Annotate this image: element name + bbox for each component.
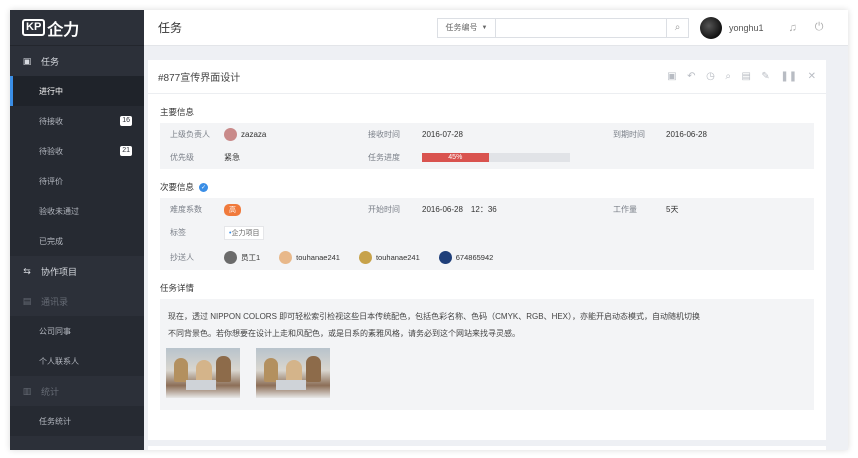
difficulty-badge: 高 [224,203,241,216]
main-info-title: 主要信息 [160,107,195,117]
caret-down-icon: ▼ [481,24,488,31]
avatar [438,250,452,264]
task-detail-card: #877宣传界面设计 ▣ ↶ ◷ ⌕ ▤ ✎ ❚❚ ✕ 主要信息 上级负责人 z… [148,60,826,440]
sidebar: KP 企力 ▣ 任务 进行中 待接收 16 待验收 21 待评价 验收未通过 已… [10,10,144,450]
cc-person[interactable]: 员工1 [224,250,260,264]
task-title: #877宣传界面设计 [158,73,241,84]
topbar: 任务 任务编号 ▼ ⌕ yonghu1 ♫ ⏻ [144,10,848,46]
count-badge: 16 [120,116,132,126]
list-icon: ▤ [22,295,32,306]
user-menu[interactable]: yonghu1 [700,16,764,39]
app-window: KP 企力 ▣ 任务 进行中 待接收 16 待验收 21 待评价 验收未通过 已… [10,10,848,450]
power-icon[interactable]: ⏻ [815,21,824,34]
progress-fill: 45% [422,153,489,162]
close-icon[interactable]: ✕ [808,71,816,82]
check-icon: ✓ [199,182,209,192]
document-icon[interactable]: ▤ [741,71,750,82]
avatar [224,128,237,141]
sidebar-group-tasks[interactable]: ▣ 任务 [10,46,144,76]
info-row: 优先级 紧急 任务进度 45% [160,146,814,169]
sidebar-item-rejected[interactable]: 验收未通过 [10,196,144,226]
sidebar-item-personal-contacts[interactable]: 个人联系人 [10,346,144,376]
username: yonghu1 [729,22,764,33]
progress-bar: 45% [422,153,570,162]
main-info-panel: 上级负责人 zazaza 接收时间 2016-07-28 到期时间 2016-0… [160,123,814,169]
swap-icon: ⇆ [23,265,31,276]
logo-text: 企力 [47,21,80,39]
search-icon[interactable]: ⌕ [666,18,688,37]
avatar [279,250,293,264]
sidebar-item-to-receive[interactable]: 待接收 16 [10,106,144,136]
calendar-icon: ▣ [22,55,32,66]
task-header: #877宣传界面设计 ▣ ↶ ◷ ⌕ ▤ ✎ ❚❚ ✕ [148,60,826,94]
info-row: 上级负责人 zazaza 接收时间 2016-07-28 到期时间 2016-0… [170,128,707,141]
pause-icon[interactable]: ❚❚ [780,71,797,82]
attachment-image[interactable] [256,348,330,398]
cc-person[interactable]: touhanae241 [358,250,420,264]
history-icon[interactable]: ◷ [706,71,715,82]
bar-chart-icon: ▥ [22,385,32,396]
count-badge: 21 [120,146,132,156]
logo[interactable]: KP 企力 [10,10,144,46]
secondary-info-title: 次要信息 ✓ [160,182,209,192]
task-detail-title: 任务详情 [160,283,195,293]
search-bar: 任务编号 ▼ ⌕ [437,17,689,38]
avatar [358,250,372,264]
search-input[interactable] [496,18,666,37]
info-row: 难度系数 高 开始时间 2016-06-28 12：36 工作量 5天 [170,203,679,216]
edit-icon[interactable]: ✎ [761,71,769,82]
sidebar-group-projects[interactable]: ⇆ 协作项目 [10,256,144,286]
sidebar-item-in-progress[interactable]: 进行中 [10,76,144,106]
task-toolbar: ▣ ↶ ◷ ⌕ ▤ ✎ ❚❚ ✕ [659,71,816,82]
cc-person[interactable]: touhanae241 [279,250,340,264]
attachment-image[interactable] [166,348,240,398]
search-icon[interactable]: ⌕ [725,71,731,82]
cc-person[interactable]: 674865942 [438,250,493,264]
bell-icon[interactable]: ♫ [789,22,797,34]
cc-row: 抄送人 员工1 touhanae241 touhanae241 67486594… [170,250,494,264]
task-description: 现在，透过 NIPPON COLORS 即可轻松索引检视这些日本传统配色，包括色… [168,312,701,338]
sidebar-item-colleagues[interactable]: 公司同事 [10,316,144,346]
next-card-edge [148,446,826,450]
info-row: 标签 •企力项目 [160,221,814,244]
sidebar-item-completed[interactable]: 已完成 [10,226,144,256]
sidebar-item-to-accept[interactable]: 待验收 21 [10,136,144,166]
sidebar-item-task-stats[interactable]: 任务统计 [10,406,144,436]
undo-icon[interactable]: ↶ [687,71,695,82]
avatar [224,250,237,264]
tag-chip[interactable]: •企力项目 [224,225,265,240]
task-detail-panel: 现在，透过 NIPPON COLORS 即可轻松索引检视这些日本传统配色，包括色… [160,299,814,410]
avatar [700,16,722,39]
sidebar-group-contacts[interactable]: ▤ 通讯录 [10,286,144,316]
secondary-info-panel: 难度系数 高 开始时间 2016-06-28 12：36 工作量 5天 标签 •… [160,198,814,270]
save-icon[interactable]: ▣ [667,71,676,82]
attachment-list [160,348,814,410]
page-title: 任务 [158,21,183,35]
sidebar-group-stats[interactable]: ▥ 统计 [10,376,144,406]
sidebar-item-to-evaluate[interactable]: 待评价 [10,166,144,196]
search-type-select[interactable]: 任务编号 ▼ [438,18,496,37]
logo-mark: KP [22,19,46,36]
